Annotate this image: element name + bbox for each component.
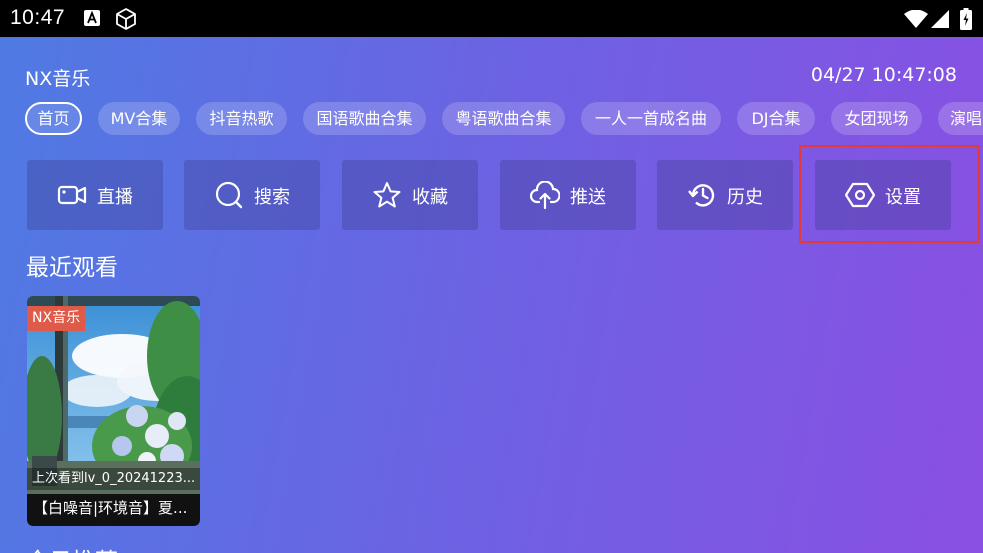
history-button[interactable]: 历史	[657, 160, 793, 230]
status-bar: 10:47	[0, 0, 983, 37]
notification-a-icon	[84, 10, 100, 26]
cube-icon	[116, 8, 136, 30]
signal-icon	[931, 10, 949, 28]
clock: 04/27 10:47:08	[810, 64, 957, 86]
cloud-upload-icon	[530, 181, 560, 209]
live-button[interactable]: 直播	[27, 160, 163, 230]
wifi-icon	[904, 10, 928, 28]
status-time: 10:47	[10, 6, 66, 29]
tab-mandarin[interactable]: 国语歌曲合集	[303, 102, 426, 135]
history-label: 历史	[727, 187, 763, 208]
tab-douyin[interactable]: 抖音热歌	[196, 102, 287, 135]
recent-video-card[interactable]: NX音乐 上次看到lv_0_20241223... 【白噪音|环境音】夏...	[27, 296, 200, 526]
favorites-label: 收藏	[412, 187, 448, 208]
favorites-button[interactable]: 收藏	[342, 160, 478, 230]
app-screen: NX音乐 04/27 10:47:08 首页 MV合集 抖音热歌 国语歌曲合集 …	[0, 37, 983, 553]
recent-section-title: 最近观看	[26, 255, 118, 281]
focus-highlight-box	[799, 145, 980, 243]
search-button[interactable]: 搜索	[184, 160, 320, 230]
tab-dj[interactable]: DJ合集	[737, 102, 815, 135]
watch-progress-text: 上次看到lv_0_20241223...	[27, 468, 200, 490]
recommend-section-title: 今日推荐	[26, 542, 118, 553]
tab-home[interactable]: 首页	[25, 102, 82, 135]
live-label: 直播	[97, 187, 133, 208]
tab-hits[interactable]: 一人一首成名曲	[581, 102, 721, 135]
search-label: 搜索	[254, 187, 290, 208]
tab-concert[interactable]: 演唱	[938, 102, 983, 135]
tab-girlgroup[interactable]: 女团现场	[831, 102, 922, 135]
push-label: 推送	[570, 187, 606, 208]
app-title: NX音乐	[25, 68, 91, 90]
history-icon	[688, 184, 715, 207]
source-badge: NX音乐	[27, 306, 86, 331]
video-title: 【白噪音|环境音】夏...	[27, 494, 200, 526]
push-button[interactable]: 推送	[500, 160, 636, 230]
tab-cantonese[interactable]: 粤语歌曲合集	[442, 102, 565, 135]
search-icon	[215, 181, 243, 209]
star-icon	[373, 182, 401, 208]
video-camera-icon	[57, 185, 87, 205]
tab-mv[interactable]: MV合集	[98, 102, 180, 135]
battery-icon	[960, 8, 972, 30]
